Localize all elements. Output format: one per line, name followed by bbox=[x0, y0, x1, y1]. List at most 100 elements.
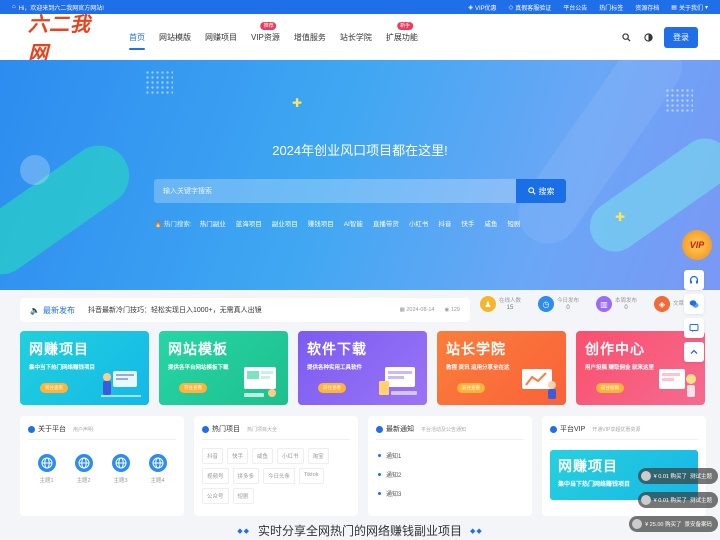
hot-tag[interactable]: 热门副业 bbox=[200, 218, 226, 228]
clock-icon: ◷ bbox=[538, 296, 554, 312]
list-item[interactable]: 通知2 bbox=[376, 465, 524, 484]
stat-week: ▥ 本周发布 0 bbox=[596, 296, 644, 312]
book-icon: ▤ bbox=[671, 4, 677, 11]
tag[interactable]: 小红书 bbox=[277, 448, 304, 464]
vip-float-badge[interactable]: VIP bbox=[682, 230, 712, 260]
tag[interactable]: 视频号 bbox=[202, 468, 229, 484]
notice-text[interactable]: 抖音最新冷门技巧：轻松实现日入1000+，无需真人出镜 bbox=[88, 305, 400, 315]
tag[interactable]: 拼多多 bbox=[232, 468, 260, 484]
theme-toggle-icon[interactable] bbox=[642, 31, 654, 43]
crown-icon bbox=[550, 425, 557, 433]
list-item[interactable]: 通知1 bbox=[376, 446, 524, 465]
tag[interactable]: 公众号 bbox=[202, 488, 229, 504]
top-link-about[interactable]: ▤ 关于我们 ▾ bbox=[671, 3, 708, 12]
chat-icon[interactable] bbox=[684, 318, 704, 338]
login-button[interactable]: 登录 bbox=[664, 26, 698, 48]
platform-item[interactable]: 主题3 bbox=[111, 454, 130, 484]
tag[interactable]: 短剧 bbox=[232, 488, 254, 504]
hot-tag[interactable]: 赚钱项目 bbox=[308, 218, 334, 228]
panel-header: 最新通知 平台活动及公告通知 bbox=[376, 424, 524, 440]
card-projects[interactable]: 网赚项目 集中当下热门网络赚钱项目 前往查看 bbox=[20, 331, 149, 405]
nav-badge: 新手 bbox=[397, 22, 414, 30]
search-button[interactable]: 搜索 bbox=[516, 179, 566, 203]
top-link-vip[interactable]: ◈ VIP优惠 bbox=[468, 3, 496, 12]
purchase-toast: ¥ 0.01 购买了 测试主题 bbox=[637, 468, 718, 484]
avatar bbox=[632, 519, 643, 529]
tag[interactable]: 快手 bbox=[227, 448, 249, 464]
list-item[interactable]: 通知3 bbox=[376, 484, 524, 503]
avatar bbox=[640, 495, 651, 505]
hot-tag[interactable]: AI智能 bbox=[344, 218, 363, 228]
home-icon: ⌂ bbox=[12, 4, 16, 10]
top-link-archive[interactable]: 资源存档 bbox=[635, 3, 659, 12]
tag[interactable]: 抖音 bbox=[202, 448, 224, 464]
top-link-verify[interactable]: ◇ 真假客服验证 bbox=[509, 3, 552, 12]
hot-tag[interactable]: 快手 bbox=[461, 218, 474, 228]
nav-academy[interactable]: 站长学院 bbox=[333, 14, 379, 60]
hot-tag[interactable]: 抖音 bbox=[438, 218, 451, 228]
hero-banner: ✚ ✚ 2024年创业风口项目都在这里! 搜索 🔥 热门搜索: 热门副业 蓝海项… bbox=[0, 60, 720, 290]
layers-icon: ◈ bbox=[654, 296, 670, 312]
hot-tag[interactable]: 咸鱼 bbox=[484, 218, 497, 228]
card-button[interactable]: 前往查看 bbox=[40, 383, 68, 393]
nav-templates[interactable]: 网站模版 bbox=[152, 14, 198, 60]
header: 六二我网 首页 网站模版 网赚项目 VIP资源 推荐 增值服务 站长学院 扩展功能… bbox=[0, 14, 720, 65]
nav-home[interactable]: 首页 bbox=[122, 14, 152, 60]
globe-icon bbox=[111, 454, 130, 472]
user-icon: ♟ bbox=[480, 296, 496, 312]
calendar-icon: ▦ 2024-08-14 bbox=[399, 307, 435, 313]
hot-tag[interactable]: 小红书 bbox=[409, 218, 429, 228]
logo[interactable]: 六二我网 bbox=[28, 8, 108, 66]
diamond-decor-icon: ◆◆ bbox=[470, 527, 483, 535]
card-button[interactable]: 前往查看 bbox=[318, 383, 346, 393]
hot-searches: 🔥 热门搜索: 热门副业 蓝海项目 副业项目 赚钱项目 AI智能 直播带货 小红… bbox=[154, 218, 530, 228]
tag[interactable]: 咸鱼 bbox=[252, 448, 274, 464]
panel-hot: 热门项目 热门项目大全 抖音 快手 咸鱼 小红书 淘宝 视频号 拼多多 今日头条 … bbox=[194, 416, 358, 516]
decor-dots bbox=[145, 70, 173, 94]
globe-icon bbox=[37, 454, 56, 472]
purchase-toast: ¥ 25.00 购买了 景安备案码 bbox=[629, 516, 718, 532]
card-button[interactable]: 前往查看 bbox=[179, 383, 207, 393]
category-cards: 网赚项目 集中当下热门网络赚钱项目 前往查看 网站模板 提供各平台网站模板下载 … bbox=[20, 331, 705, 405]
card-button[interactable]: 前往查看 bbox=[457, 383, 485, 393]
card-academy[interactable]: 站长学院 教程 资讯 运用分享全在这 前往查看 bbox=[437, 331, 566, 405]
search-icon bbox=[527, 187, 536, 195]
purchase-toast: ¥ 0.01 购买了 测试主题 bbox=[637, 492, 718, 508]
creator-illustration bbox=[659, 369, 696, 397]
globe-icon bbox=[28, 425, 35, 433]
panel-header: 热门项目 热门项目大全 bbox=[202, 424, 350, 440]
diamond-decor-icon: ◆◆ bbox=[237, 527, 250, 535]
search-icon[interactable] bbox=[620, 31, 632, 43]
platform-item[interactable]: 主题4 bbox=[148, 454, 167, 484]
platform-item[interactable]: 主题2 bbox=[74, 454, 93, 484]
nav-projects[interactable]: 网赚项目 bbox=[198, 14, 244, 60]
chart-icon: ▥ bbox=[596, 296, 612, 312]
headset-icon[interactable] bbox=[684, 270, 704, 290]
vip-icon: ◈ bbox=[468, 4, 473, 11]
tag[interactable]: 今日头条 bbox=[263, 468, 296, 484]
section-title: ◆◆ 实时分享全网热门的网络赚钱副业项目 ◆◆ bbox=[237, 524, 483, 538]
tag[interactable]: Tiktok bbox=[299, 468, 324, 484]
hot-tag[interactable]: 蓝海项目 bbox=[236, 218, 262, 228]
hot-tag[interactable]: 直播带货 bbox=[373, 218, 399, 228]
site-stats: ♟ 在线人数 15 ◷ 今日发布 0 ▥ 本周发布 0 ◈ 文章 bbox=[480, 296, 702, 312]
nav-extensions[interactable]: 扩展功能 新手 bbox=[379, 14, 425, 60]
hot-tag[interactable]: 副业项目 bbox=[272, 218, 298, 228]
card-templates[interactable]: 网站模板 提供各平台网站模板下载 前往查看 bbox=[159, 331, 288, 405]
purchase-toasts: ¥ 0.01 购买了 测试主题 ¥ 0.01 购买了 测试主题 ¥ 25.00 购买… bbox=[629, 468, 718, 532]
top-link-notice[interactable]: 平台公告 bbox=[563, 3, 587, 12]
news-list: 通知1 通知2 通知3 bbox=[376, 446, 524, 503]
top-link-tags[interactable]: 热门标签 bbox=[599, 3, 623, 12]
wechat-icon[interactable] bbox=[684, 294, 704, 314]
tag[interactable]: 淘宝 bbox=[307, 448, 329, 464]
card-software[interactable]: 软件下载 提供各种实用工具软件 前往查看 bbox=[298, 331, 427, 405]
globe-icon bbox=[148, 454, 167, 472]
nav-vip[interactable]: VIP资源 推荐 bbox=[244, 14, 287, 60]
nav-services[interactable]: 增值服务 bbox=[287, 14, 333, 60]
search-input[interactable] bbox=[154, 179, 516, 203]
hot-tag[interactable]: 短剧 bbox=[507, 218, 520, 228]
card-button[interactable]: 前往投稿 bbox=[596, 383, 624, 393]
platform-item[interactable]: 主题1 bbox=[37, 454, 56, 484]
top-links: ◈ VIP优惠 ◇ 真假客服验证 平台公告 热门标签 资源存档 ▤ 关于我们 ▾ bbox=[468, 3, 708, 12]
back-to-top-icon[interactable] bbox=[684, 342, 704, 362]
